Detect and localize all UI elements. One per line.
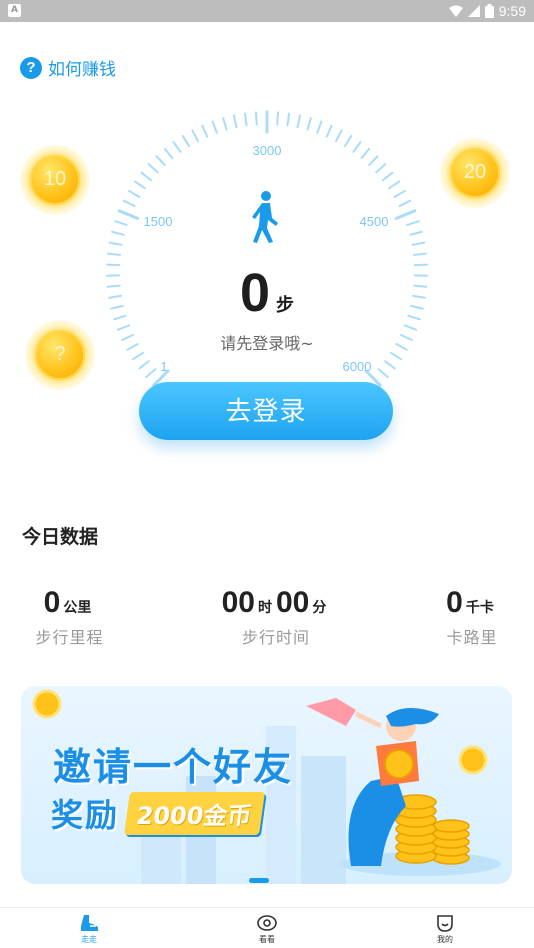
dial-tick <box>382 171 394 182</box>
dial-tick <box>393 189 406 199</box>
dial-tick <box>360 147 371 160</box>
profile-icon <box>437 915 453 932</box>
dial-tick <box>145 368 157 379</box>
hours-unit: 时 <box>258 600 272 616</box>
tab-walk[interactable]: 走走 <box>0 908 178 948</box>
dial-tick <box>117 209 140 220</box>
dial-tick <box>368 155 379 166</box>
stat-distance: 0 公里 步行里程 <box>22 586 117 648</box>
dial-tick <box>406 220 420 226</box>
step-count: 0步 <box>0 262 534 324</box>
minutes-value: 00 <box>276 586 310 619</box>
stat-time: 00 时 00 分 步行时间 <box>206 586 346 648</box>
dial-tick-label: 1500 <box>144 214 173 229</box>
tab-mine-label: 我的 <box>437 935 453 944</box>
banner-reward-line: 奖励 2000金币 <box>51 790 265 836</box>
dial-tick <box>163 147 174 160</box>
coin-value: 10 <box>29 154 81 206</box>
coin-stack <box>395 794 470 865</box>
dial-tick <box>111 230 125 236</box>
dial-tick <box>306 117 312 131</box>
calories-label: 卡路里 <box>446 628 498 647</box>
login-button[interactable]: 去登录 <box>139 382 393 440</box>
dial-tick <box>191 129 199 143</box>
time-label: 步行时间 <box>241 628 310 647</box>
dial-tick <box>375 163 387 174</box>
dial-tick <box>128 189 141 199</box>
dial-tick <box>296 114 302 129</box>
step-number: 0 <box>239 263 271 323</box>
dial-tick <box>155 155 166 166</box>
calories-value: 0 <box>446 586 463 619</box>
shoe-icon <box>81 915 98 931</box>
dial-tick <box>413 252 427 256</box>
dial-tick <box>286 112 291 127</box>
coin-value: 20 <box>449 147 501 199</box>
dial-tick <box>134 180 146 190</box>
coin-mystery[interactable]: ? <box>25 320 95 390</box>
calories-unit: 千卡 <box>465 600 494 616</box>
dial-tick <box>201 124 209 138</box>
tab-walk-label: 走走 <box>81 935 97 944</box>
banner-reward-amount: 2000金币 <box>123 791 265 835</box>
dial-tick <box>409 230 423 236</box>
dial-tick <box>232 114 238 129</box>
dial-tick <box>114 220 128 226</box>
coin-value: ? <box>34 329 86 381</box>
dial-tick <box>352 141 362 153</box>
dial-tick <box>147 163 159 174</box>
dial-tick <box>394 209 417 220</box>
distance-unit: 公里 <box>63 600 92 616</box>
dial-tick <box>343 134 353 148</box>
dial-tick <box>243 112 248 127</box>
dial-tick <box>172 141 182 153</box>
walking-person-icon <box>252 191 278 243</box>
distance-label: 步行里程 <box>35 628 104 647</box>
banner-page-indicator <box>249 878 269 883</box>
dial-tick-label: 3000 <box>253 143 282 158</box>
distance-value: 0 <box>43 586 61 619</box>
tab-mine[interactable]: 我的 <box>356 908 534 948</box>
dial-tick <box>276 111 280 126</box>
dial-tick <box>254 111 258 126</box>
invite-friend-banner[interactable]: 邀请一个好友 奖励 2000金币 <box>21 686 512 884</box>
dial-tick <box>108 241 123 246</box>
bottom-tab-bar: 走走 看看 我的 <box>0 907 534 948</box>
banner-reward-prefix: 奖励 <box>51 796 120 834</box>
dial-tick <box>377 368 389 379</box>
dial-tick <box>398 199 412 208</box>
dial-tick <box>335 129 343 143</box>
tab-watch[interactable]: 看看 <box>178 908 356 948</box>
hours-value: 00 <box>221 586 255 619</box>
tab-watch-label: 看看 <box>259 935 275 944</box>
dial-tick <box>140 171 152 182</box>
dial-tick <box>122 199 136 208</box>
coin-10[interactable]: 10 <box>20 145 90 215</box>
minutes-unit: 分 <box>312 600 327 616</box>
dial-tick-label: 4500 <box>360 214 389 229</box>
banner-headline: 邀请一个好友 <box>53 745 294 789</box>
dial-tick <box>316 120 323 134</box>
dial-tick <box>222 117 228 131</box>
stat-calories: 0 千卡 卡路里 <box>430 586 514 648</box>
dial-tick <box>181 134 191 148</box>
dial-tick <box>388 180 400 190</box>
today-data-title: 今日数据 <box>22 526 99 548</box>
dial-tick <box>384 360 396 370</box>
step-unit: 步 <box>276 295 295 316</box>
eye-icon <box>257 915 277 931</box>
dial-tick <box>325 124 333 138</box>
dial-tick <box>211 120 218 134</box>
dial-tick <box>107 252 121 256</box>
dial-tick <box>411 241 426 246</box>
dial-tick-label: 1 <box>160 359 167 374</box>
dial-tick-label: 6000 <box>343 359 372 374</box>
dial-tick <box>138 360 150 370</box>
coin-20[interactable]: 20 <box>440 138 510 208</box>
